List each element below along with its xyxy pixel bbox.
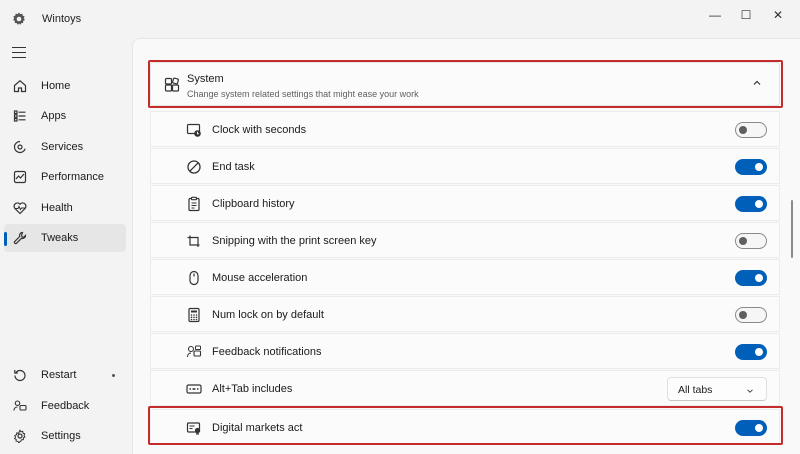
setting-row-digital-markets-act: Digital markets act	[150, 409, 780, 445]
setting-label: Snipping with the print screen key	[212, 235, 377, 247]
snip-icon	[186, 233, 202, 249]
feedback-notify-icon	[186, 344, 202, 360]
section-description: Change system related settings that migh…	[187, 89, 419, 99]
setting-label: End task	[212, 161, 255, 173]
setting-label: Num lock on by default	[212, 309, 324, 321]
digital-markets-act-toggle[interactable]	[735, 420, 767, 436]
app-gear-icon	[11, 11, 27, 27]
setting-row-feedback-notifications: Feedback notifications	[150, 333, 780, 369]
wrench-icon	[12, 230, 28, 246]
alt-tab-icon	[186, 381, 202, 397]
hamburger-menu-icon[interactable]	[12, 47, 26, 59]
feedback-notifications-toggle[interactable]	[735, 344, 767, 360]
nav-label: Restart	[41, 369, 77, 381]
clock-seconds-toggle[interactable]	[735, 122, 767, 138]
nav-item-performance[interactable]: Performance	[4, 163, 126, 191]
mouse-icon	[186, 270, 202, 286]
nav-item-apps[interactable]: Apps	[4, 102, 126, 130]
clipboard-icon	[186, 196, 202, 212]
setting-label: Mouse acceleration	[212, 272, 308, 284]
setting-row-snipping: Snipping with the print screen key	[150, 222, 780, 258]
nav-item-services[interactable]: Services	[4, 133, 126, 161]
apps-list-icon	[12, 108, 28, 124]
maximize-button[interactable]: ☐	[731, 4, 761, 26]
setting-row-mouse-acceleration: Mouse acceleration	[150, 259, 780, 295]
numpad-icon	[186, 307, 202, 323]
setting-label: Clipboard history	[212, 198, 295, 210]
no-entry-icon	[186, 159, 202, 175]
setting-row-num-lock: Num lock on by default	[150, 296, 780, 332]
gear-icon	[12, 428, 28, 444]
end-task-toggle[interactable]	[735, 159, 767, 175]
num-lock-toggle[interactable]	[735, 307, 767, 323]
system-icon	[164, 77, 180, 93]
nav-label: Tweaks	[41, 232, 79, 244]
chevron-up-icon[interactable]	[751, 77, 763, 89]
snipping-toggle[interactable]	[735, 233, 767, 249]
setting-row-alt-tab: Alt+Tab includes All tabs	[150, 370, 780, 406]
nav-item-settings[interactable]: Settings	[4, 422, 126, 450]
clock-icon	[186, 122, 202, 138]
setting-label: Clock with seconds	[212, 124, 307, 136]
nav-label: Health	[41, 202, 73, 214]
nav-label: Settings	[41, 430, 81, 442]
section-title: System	[187, 73, 224, 85]
nav-label: Feedback	[41, 400, 90, 412]
app-title: Wintoys	[42, 13, 82, 25]
close-button[interactable]: ✕	[763, 4, 793, 26]
chevron-down-icon	[746, 386, 754, 394]
performance-icon	[12, 169, 28, 185]
feedback-icon	[12, 398, 28, 414]
mouse-acceleration-toggle[interactable]	[735, 270, 767, 286]
alt-tab-dropdown[interactable]: All tabs	[667, 377, 767, 401]
system-expander-header[interactable]: System Change system related settings th…	[150, 62, 780, 106]
clipboard-history-toggle[interactable]	[735, 196, 767, 212]
nav-label: Apps	[41, 110, 67, 122]
dropdown-selected-value: All tabs	[678, 384, 713, 396]
services-icon	[12, 139, 28, 155]
setting-label: Digital markets act	[212, 422, 303, 434]
setting-label: Feedback notifications	[212, 346, 322, 358]
nav-label: Home	[41, 80, 71, 92]
home-icon	[12, 78, 28, 94]
setting-label: Alt+Tab includes	[212, 383, 293, 395]
setting-row-clock-seconds: Clock with seconds	[150, 111, 780, 147]
scrollbar-thumb[interactable]	[791, 200, 793, 258]
nav-item-restart[interactable]: Restart	[4, 361, 126, 389]
nav-item-feedback[interactable]: Feedback	[4, 392, 126, 420]
setting-row-end-task: End task	[150, 148, 780, 184]
health-icon	[12, 200, 28, 216]
nav-item-home[interactable]: Home	[4, 72, 126, 100]
nav-label: Services	[41, 141, 84, 153]
certificate-icon	[186, 420, 202, 436]
restart-icon	[12, 367, 28, 383]
minimize-button[interactable]: —	[700, 4, 730, 26]
nav-item-health[interactable]: Health	[4, 194, 126, 222]
restart-indicator-dot	[112, 374, 115, 377]
nav-label: Performance	[41, 171, 104, 183]
nav-item-tweaks[interactable]: Tweaks	[4, 224, 126, 252]
setting-row-clipboard-history: Clipboard history	[150, 185, 780, 221]
title-bar: Wintoys — ☐ ✕	[0, 0, 800, 38]
